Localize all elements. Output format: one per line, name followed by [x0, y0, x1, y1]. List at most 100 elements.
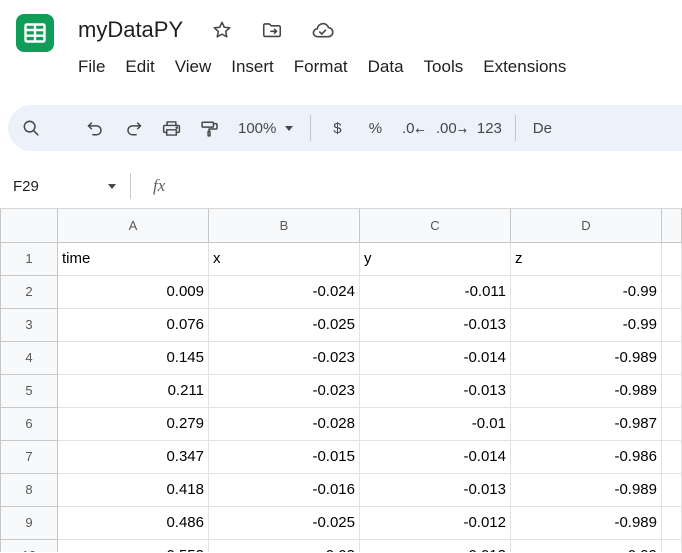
sheets-logo[interactable] [15, 13, 55, 53]
column-header-c[interactable]: C [360, 209, 511, 242]
chevron-down-icon [108, 184, 116, 189]
cell-A2[interactable]: 0.009 [58, 275, 209, 308]
column-header-d[interactable]: D [511, 209, 662, 242]
move-folder-icon[interactable] [261, 19, 283, 41]
row-header-9[interactable]: 9 [1, 506, 58, 539]
cell-C9[interactable]: -0.012 [360, 506, 511, 539]
cell-B9[interactable]: -0.025 [209, 506, 360, 539]
cell-B6[interactable]: -0.028 [209, 407, 360, 440]
column-header-b[interactable]: B [209, 209, 360, 242]
row-header-8[interactable]: 8 [1, 473, 58, 506]
cell-E3[interactable] [662, 308, 682, 341]
star-icon[interactable] [211, 19, 233, 41]
cell-E8[interactable] [662, 473, 682, 506]
menu-item-file[interactable]: File [68, 54, 115, 80]
cell-B10[interactable]: -0.02 [209, 539, 360, 552]
cell-D9[interactable]: -0.989 [511, 506, 662, 539]
row-header-1[interactable]: 1 [1, 242, 58, 275]
cell-E6[interactable] [662, 407, 682, 440]
cell-A6[interactable]: 0.279 [58, 407, 209, 440]
cell-D7[interactable]: -0.986 [511, 440, 662, 473]
cell-B3[interactable]: -0.025 [209, 308, 360, 341]
cell-B5[interactable]: -0.023 [209, 374, 360, 407]
cell-A3[interactable]: 0.076 [58, 308, 209, 341]
cell-C1[interactable]: y [360, 242, 511, 275]
cell-C4[interactable]: -0.014 [360, 341, 511, 374]
cell-D5[interactable]: -0.989 [511, 374, 662, 407]
topbar: myDataPY [0, 0, 682, 96]
cell-A7[interactable]: 0.347 [58, 440, 209, 473]
row-header-3[interactable]: 3 [1, 308, 58, 341]
search-icon [20, 117, 42, 139]
name-box[interactable]: F29 [0, 178, 130, 195]
menu-item-edit[interactable]: Edit [115, 54, 164, 80]
cell-B2[interactable]: -0.024 [209, 275, 360, 308]
row-header-4[interactable]: 4 [1, 341, 58, 374]
zoom-control[interactable]: 100% [228, 109, 303, 147]
cell-A10[interactable]: 0.552 [58, 539, 209, 552]
select-all-corner[interactable] [1, 209, 58, 242]
cell-E1[interactable] [662, 242, 682, 275]
format-percent-button[interactable]: % [356, 109, 394, 147]
cell-D8[interactable]: -0.989 [511, 473, 662, 506]
cell-E2[interactable] [662, 275, 682, 308]
cell-D4[interactable]: -0.989 [511, 341, 662, 374]
cell-C3[interactable]: -0.013 [360, 308, 511, 341]
cell-E9[interactable] [662, 506, 682, 539]
cell-B7[interactable]: -0.015 [209, 440, 360, 473]
cell-C2[interactable]: -0.011 [360, 275, 511, 308]
cell-B1[interactable]: x [209, 242, 360, 275]
search-button[interactable] [12, 109, 50, 147]
menu-item-format[interactable]: Format [284, 54, 358, 80]
cell-C10[interactable]: -0.012 [360, 539, 511, 552]
column-header-a[interactable]: A [58, 209, 209, 242]
menu-item-data[interactable]: Data [358, 54, 414, 80]
cell-C5[interactable]: -0.013 [360, 374, 511, 407]
cell-E7[interactable] [662, 440, 682, 473]
format-currency-button[interactable]: $ [318, 109, 356, 147]
menu-item-view[interactable]: View [165, 54, 222, 80]
row-header-2[interactable]: 2 [1, 275, 58, 308]
cell-A5[interactable]: 0.211 [58, 374, 209, 407]
cell-E10[interactable] [662, 539, 682, 552]
menu-item-insert[interactable]: Insert [221, 54, 284, 80]
row-header-5[interactable]: 5 [1, 374, 58, 407]
number-format-button[interactable]: 123 [470, 109, 508, 147]
increase-decimal-button[interactable]: .00 → [432, 109, 470, 147]
name-box-value: F29 [13, 178, 39, 195]
formula-input[interactable] [165, 164, 682, 208]
cell-C7[interactable]: -0.014 [360, 440, 511, 473]
redo-icon [123, 118, 144, 139]
cell-C8[interactable]: -0.013 [360, 473, 511, 506]
undo-button[interactable] [76, 109, 114, 147]
cell-C6[interactable]: -0.01 [360, 407, 511, 440]
cell-A9[interactable]: 0.486 [58, 506, 209, 539]
cell-A4[interactable]: 0.145 [58, 341, 209, 374]
column-header-partial[interactable] [662, 209, 682, 242]
decrease-decimal-button[interactable]: .0 ← [394, 109, 432, 147]
row-header-6[interactable]: 6 [1, 407, 58, 440]
print-button[interactable] [152, 109, 190, 147]
cell-D1[interactable]: z [511, 242, 662, 275]
redo-button[interactable] [114, 109, 152, 147]
cell-D2[interactable]: -0.99 [511, 275, 662, 308]
cell-A8[interactable]: 0.418 [58, 473, 209, 506]
cell-D10[interactable]: -0.99 [511, 539, 662, 552]
google-sheets-app: myDataPY [0, 0, 682, 552]
row-header-7[interactable]: 7 [1, 440, 58, 473]
cell-B4[interactable]: -0.023 [209, 341, 360, 374]
menu-item-tools[interactable]: Tools [414, 54, 474, 80]
cell-D3[interactable]: -0.99 [511, 308, 662, 341]
menu-item-extensions[interactable]: Extensions [473, 54, 576, 80]
cell-A1[interactable]: time [58, 242, 209, 275]
font-selector[interactable]: De [523, 109, 561, 147]
row-header-10[interactable]: 10 [1, 539, 58, 552]
cloud-saved-icon[interactable] [311, 19, 334, 42]
print-icon [161, 118, 182, 139]
cell-D6[interactable]: -0.987 [511, 407, 662, 440]
cell-B8[interactable]: -0.016 [209, 473, 360, 506]
doc-title[interactable]: myDataPY [78, 17, 183, 43]
cell-E4[interactable] [662, 341, 682, 374]
paint-format-button[interactable] [190, 109, 228, 147]
cell-E5[interactable] [662, 374, 682, 407]
